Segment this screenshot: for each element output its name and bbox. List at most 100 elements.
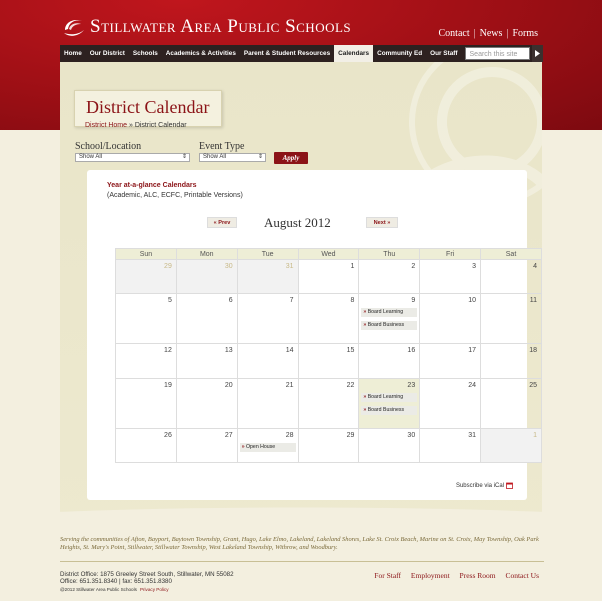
nav-parent-resources[interactable]: Parent & Student Resources: [240, 45, 334, 62]
calendar-day-cell[interactable]: 14: [236, 343, 299, 379]
next-month-button[interactable]: Next »: [366, 217, 398, 228]
calendar-event[interactable]: » Open House: [239, 443, 296, 452]
calendar-day-cell[interactable]: 21: [236, 378, 299, 429]
district-address: District Office: 1875 Greeley Street Sou…: [60, 571, 234, 585]
calendar-day-cell[interactable]: 5: [115, 293, 177, 344]
school-select[interactable]: Show All ⇕: [75, 153, 190, 162]
calendar-day-cell[interactable]: 8: [297, 293, 360, 344]
calendar-day-cell[interactable]: 9 » Board Learning » Board Business: [358, 293, 421, 344]
calendar-day-cell[interactable]: 29: [115, 259, 177, 294]
calendar-day-cell[interactable]: 31: [236, 259, 299, 294]
day-number: 22: [346, 382, 355, 389]
weekday-header: Mon: [175, 248, 238, 260]
calendar-day-cell[interactable]: 1: [480, 428, 542, 463]
calendar-day-cell[interactable]: 6: [175, 293, 238, 344]
news-link[interactable]: News: [480, 28, 503, 39]
calendar-panel: Year at-a-glance Calendars (Academic, AL…: [87, 170, 542, 500]
calendar-day-cell[interactable]: 22: [297, 378, 360, 429]
calendar-day-cell[interactable]: 30: [175, 259, 238, 294]
footer-divider: [60, 561, 544, 562]
utility-links: Contact | News | Forms: [438, 28, 538, 39]
calendar-day-cell[interactable]: 4: [480, 259, 542, 294]
calendar-day-cell[interactable]: 27: [175, 428, 238, 463]
calendar-day-cell[interactable]: 25: [480, 378, 542, 429]
calendar-day-cell[interactable]: 3: [419, 259, 482, 294]
forms-link[interactable]: Forms: [512, 28, 538, 39]
employment-link[interactable]: Employment: [411, 571, 450, 580]
calendar-day-cell[interactable]: 31: [419, 428, 482, 463]
year-at-a-glance-link[interactable]: Year at-a-glance Calendars: [107, 182, 197, 189]
day-number: 10: [468, 297, 477, 304]
event-title: Board Business: [367, 322, 405, 328]
nav-academics[interactable]: Academics & Activities: [162, 45, 240, 62]
search-button[interactable]: [531, 45, 543, 62]
calendar-day-cell[interactable]: 17: [419, 343, 482, 379]
weekday-header: Wed: [297, 248, 360, 260]
calendar-event[interactable]: » Board Learning: [361, 393, 418, 402]
breadcrumb: District Home » District Calendar: [85, 122, 187, 129]
day-number: 24: [468, 382, 477, 389]
event-title: Open House: [246, 444, 276, 450]
nav-calendars[interactable]: Calendars: [334, 45, 374, 62]
day-number: 16: [407, 347, 416, 354]
day-number: 15: [346, 347, 355, 354]
contact-us-link[interactable]: Contact Us: [505, 571, 539, 580]
for-staff-link[interactable]: For Staff: [374, 571, 401, 580]
calendar-day-cell[interactable]: 7: [236, 293, 299, 344]
calendar-day-cell[interactable]: 1: [297, 259, 360, 294]
weekday-header: Tue: [236, 248, 299, 260]
calendar-week-row: 19 20 21 22 23 » Board Learning » Board Busine…: [115, 378, 542, 429]
calendar-day-cell[interactable]: 15: [297, 343, 360, 379]
weekday-header: Fri: [419, 248, 482, 260]
nav-schools[interactable]: Schools: [129, 45, 162, 62]
calendar-day-cell[interactable]: 30: [358, 428, 421, 463]
day-number: 17: [468, 347, 477, 354]
calendar-day-cell[interactable]: 24: [419, 378, 482, 429]
calendar-day-cell[interactable]: 16: [358, 343, 421, 379]
calendar-event[interactable]: » Board Business: [361, 406, 418, 415]
day-number: 30: [224, 263, 233, 270]
nav-home[interactable]: Home: [60, 45, 86, 62]
swoosh-logo-icon: [64, 20, 84, 36]
calendar-week-row: 29 30 31 1 2 3 4: [115, 259, 542, 294]
prev-month-button[interactable]: « Prev: [207, 217, 237, 228]
page-title: District Calendar: [86, 97, 210, 117]
search-input[interactable]: Search this site: [464, 47, 530, 60]
calendar-day-cell[interactable]: 10: [419, 293, 482, 344]
calendar-day-cell[interactable]: 29: [297, 428, 360, 463]
calendar-day-cell[interactable]: 11: [480, 293, 542, 344]
nav-community-ed[interactable]: Community Ed: [373, 45, 426, 62]
ical-subscribe-link[interactable]: Subscribe via iCal: [456, 482, 513, 489]
calendar-day-cell[interactable]: 20: [175, 378, 238, 429]
calendar-day-cell[interactable]: 19: [115, 378, 177, 429]
day-number: 8: [350, 297, 355, 304]
calendar-day-cell[interactable]: 13: [175, 343, 238, 379]
calendar-day-cell[interactable]: 26: [115, 428, 177, 463]
calendar-day-cell[interactable]: 2: [358, 259, 421, 294]
privacy-policy-link[interactable]: Privacy Policy: [140, 587, 169, 592]
weekday-header: Thu: [358, 248, 421, 260]
site-logo[interactable]: Stillwater Area Public Schools: [62, 16, 351, 38]
calendar-day-cell[interactable]: 23 » Board Learning » Board Business: [358, 378, 421, 429]
event-type-select[interactable]: Show All ⇕: [199, 153, 266, 162]
calendar-event[interactable]: » Board Business: [361, 321, 418, 330]
calendar-day-cell[interactable]: 28 » Open House: [236, 428, 299, 463]
calendar-day-cell[interactable]: 18: [480, 343, 542, 379]
calendar-event[interactable]: » Board Learning: [361, 308, 418, 317]
calendar-day-cell[interactable]: 12: [115, 343, 177, 379]
nav-our-district[interactable]: Our District: [86, 45, 129, 62]
day-number: 2: [411, 263, 416, 270]
day-number: 1: [533, 432, 537, 439]
breadcrumb-home-link[interactable]: District Home: [85, 122, 127, 129]
nav-our-staff[interactable]: Our Staff: [426, 45, 461, 62]
weekday-header: Sun: [115, 248, 177, 260]
weekday-header: Sat: [480, 248, 542, 260]
apply-button[interactable]: Apply: [274, 152, 308, 164]
calendar-grid: Sun Mon Tue Wed Thu Fri Sat 29 30 31 1 2 3 4 5 6 7 8 9» B…: [115, 248, 542, 463]
select-arrow-icon: ⇕: [257, 154, 263, 160]
day-number: 4: [533, 263, 537, 270]
day-number: 3: [472, 263, 477, 270]
event-title: Board Business: [367, 407, 405, 413]
contact-link[interactable]: Contact: [439, 28, 470, 39]
press-room-link[interactable]: Press Room: [460, 571, 496, 580]
